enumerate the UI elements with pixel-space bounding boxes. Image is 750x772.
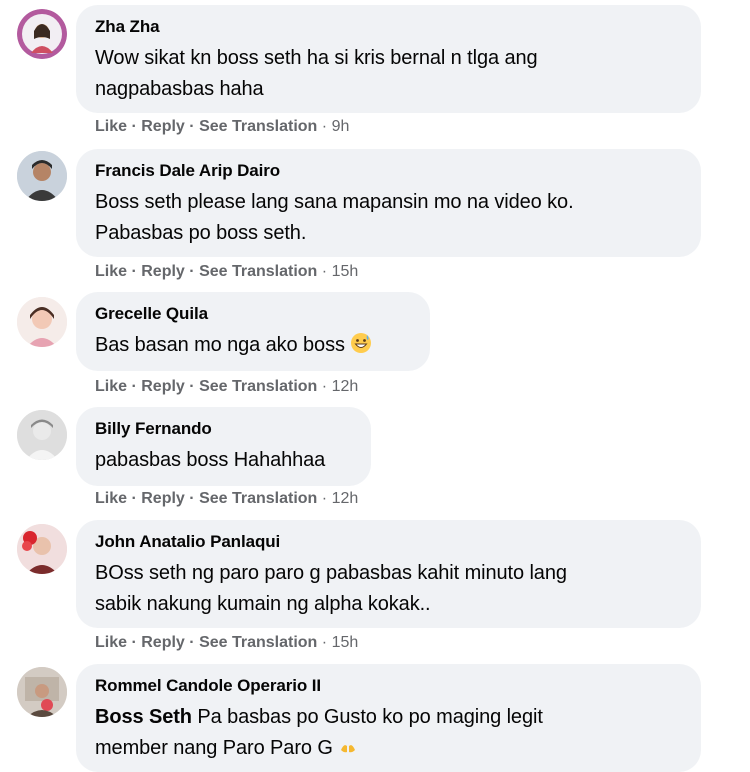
separator: · bbox=[321, 263, 328, 280]
comment-actions: Like · Reply · See Translation · 15h bbox=[95, 262, 358, 282]
mention-link[interactable]: Boss Seth bbox=[95, 706, 192, 728]
comment-text: Boss seth please lang sana mapansin mo n… bbox=[95, 191, 574, 244]
avatar[interactable] bbox=[17, 9, 67, 59]
comment-actions: Like · Reply · See Translation · 12h bbox=[95, 489, 358, 509]
reply-link[interactable]: Reply bbox=[141, 263, 185, 280]
commenter-name[interactable]: John Anatalio Panlaqui bbox=[95, 532, 681, 552]
see-translation-link[interactable]: See Translation bbox=[199, 263, 317, 280]
reply-link[interactable]: Reply bbox=[141, 634, 185, 651]
avatar[interactable] bbox=[17, 667, 67, 717]
separator: · bbox=[131, 263, 137, 280]
comment-time[interactable]: 12h bbox=[332, 378, 359, 395]
comment-bubble: Billy Fernando pabasbas boss Hahahhaa bbox=[76, 407, 371, 486]
see-translation-link[interactable]: See Translation bbox=[199, 118, 317, 135]
like-link[interactable]: Like bbox=[95, 490, 127, 507]
commenter-name[interactable]: Grecelle Quila bbox=[95, 304, 410, 324]
separator: · bbox=[321, 490, 328, 507]
comment-time[interactable]: 12h bbox=[332, 490, 359, 507]
comment-text: pabasbas boss Hahahhaa bbox=[95, 449, 326, 471]
commenter-name[interactable]: Billy Fernando bbox=[95, 419, 351, 439]
separator: · bbox=[189, 378, 195, 395]
comment-actions: Like · Reply · See Translation · 15h bbox=[95, 633, 358, 653]
separator: · bbox=[189, 490, 195, 507]
comment-bubble: John Anatalio Panlaqui BOss seth ng paro… bbox=[76, 520, 701, 628]
comment-time[interactable]: 15h bbox=[332, 634, 359, 651]
comment-text: Bas basan mo nga ako boss bbox=[95, 330, 410, 364]
see-translation-link[interactable]: See Translation bbox=[199, 378, 317, 395]
like-link[interactable]: Like bbox=[95, 118, 127, 135]
reply-link[interactable]: Reply bbox=[141, 490, 185, 507]
separator: · bbox=[189, 263, 195, 280]
separator: · bbox=[131, 118, 137, 135]
reply-link[interactable]: Reply bbox=[141, 118, 185, 135]
avatar[interactable] bbox=[17, 410, 67, 460]
see-translation-link[interactable]: See Translation bbox=[199, 490, 317, 507]
reply-link[interactable]: Reply bbox=[141, 378, 185, 395]
separator: · bbox=[189, 634, 195, 651]
comment-bubble: Rommel Candole Operario II Boss Seth Pa … bbox=[76, 664, 701, 772]
separator: · bbox=[131, 490, 137, 507]
comment-bubble: Zha Zha Wow sikat kn boss seth ha si kri… bbox=[76, 5, 701, 113]
comment-time[interactable]: 9h bbox=[332, 118, 350, 135]
separator: · bbox=[321, 634, 328, 651]
comment-bubble: Grecelle Quila Bas basan mo nga ako boss bbox=[76, 292, 430, 371]
like-link[interactable]: Like bbox=[95, 378, 127, 395]
commenter-name[interactable]: Zha Zha bbox=[95, 17, 681, 37]
commenter-name[interactable]: Francis Dale Arip Dairo bbox=[95, 161, 681, 181]
separator: · bbox=[131, 634, 137, 651]
separator: · bbox=[321, 378, 328, 395]
commenter-name[interactable]: Rommel Candole Operario II bbox=[95, 676, 681, 696]
separator: · bbox=[131, 378, 137, 395]
comment-text: Boss Seth Pa basbas po Gusto ko po magin… bbox=[95, 702, 681, 767]
separator: · bbox=[321, 118, 328, 135]
grinning-sweat-face-icon bbox=[350, 332, 372, 364]
like-link[interactable]: Like bbox=[95, 263, 127, 280]
avatar[interactable] bbox=[17, 297, 67, 347]
comment-text: BOss seth ng paro paro g pabasbas kahit … bbox=[95, 562, 567, 615]
like-link[interactable]: Like bbox=[95, 634, 127, 651]
avatar[interactable] bbox=[17, 524, 67, 574]
comment-text: Wow sikat kn boss seth ha si kris bernal… bbox=[95, 47, 538, 100]
comment-bubble: Francis Dale Arip Dairo Boss seth please… bbox=[76, 149, 701, 257]
comment-time[interactable]: 15h bbox=[332, 263, 359, 280]
separator: · bbox=[189, 118, 195, 135]
folded-hands-icon bbox=[338, 736, 358, 767]
see-translation-link[interactable]: See Translation bbox=[199, 634, 317, 651]
comment-actions: Like · Reply · See Translation · 12h bbox=[95, 377, 358, 397]
avatar[interactable] bbox=[17, 151, 67, 201]
comment-actions: Like · Reply · See Translation · 9h bbox=[95, 117, 349, 137]
